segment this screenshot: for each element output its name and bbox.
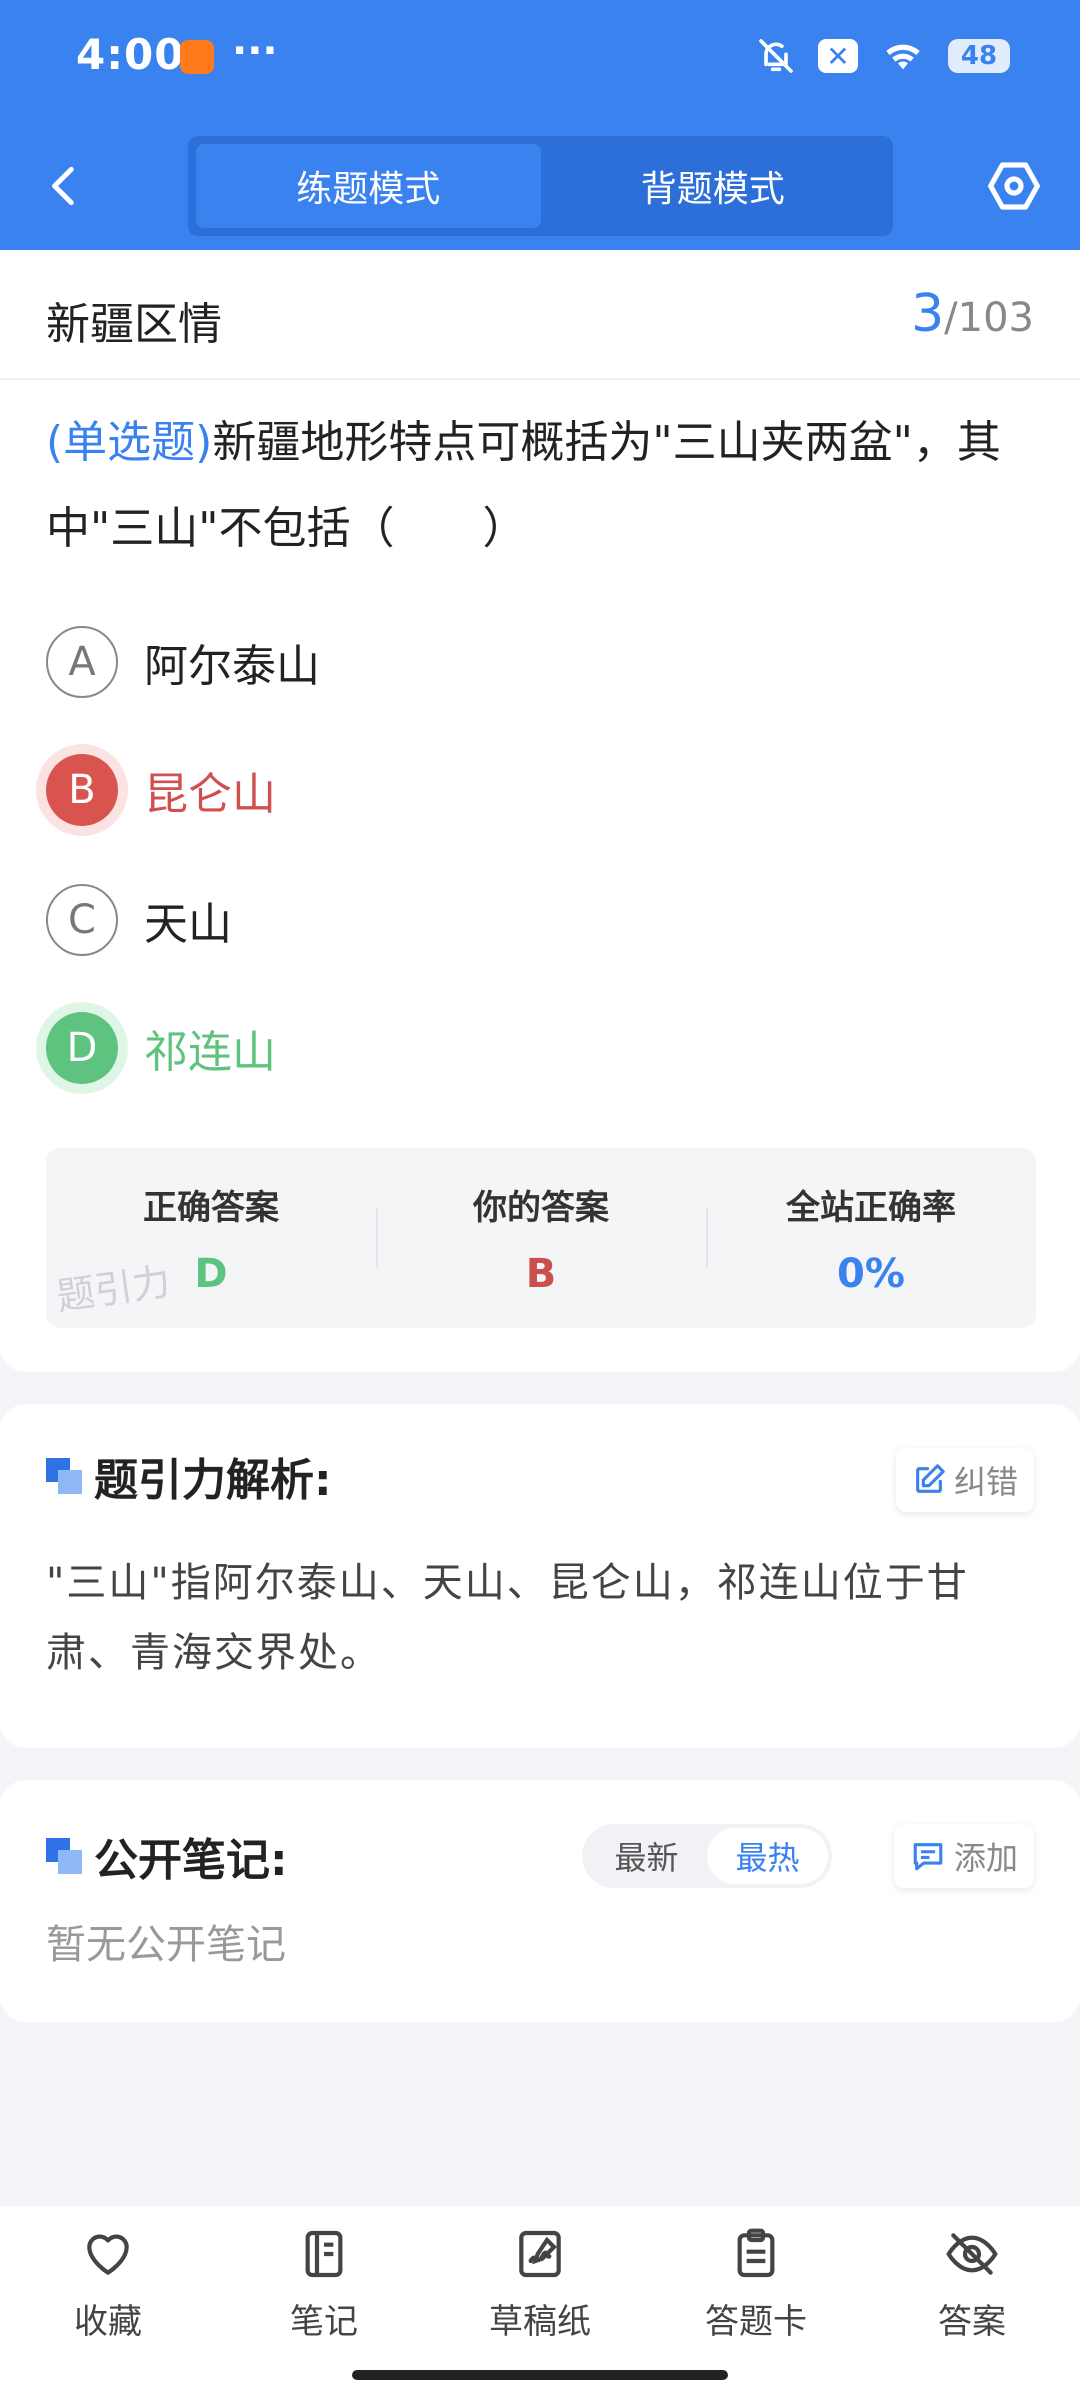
- edit-icon: [916, 1464, 945, 1493]
- app-notification-icon: [180, 40, 214, 74]
- question-progress: 3/103: [911, 284, 1034, 344]
- answer-sheet-icon: [737, 2228, 775, 2278]
- question-card: 新疆区情 3/103 (单选题)新疆地形特点可概括为"三山夹两盆"，其中"三山"…: [0, 250, 1080, 1372]
- option-d-text: 祁连山: [144, 1027, 276, 1078]
- your-answer-value: B: [525, 1251, 557, 1297]
- back-chevron-icon[interactable]: [40, 158, 90, 214]
- option-c-text: 天山: [144, 899, 232, 950]
- section-squares-icon: [46, 1838, 82, 1874]
- option-c[interactable]: C 天山: [46, 880, 232, 960]
- show-answer-label: 答案: [938, 2302, 1006, 2342]
- option-a-letter: A: [46, 626, 118, 698]
- draft-paper-label: 草稿纸: [489, 2302, 591, 2342]
- comment-icon: [913, 1843, 943, 1871]
- heart-icon: [87, 2234, 129, 2275]
- notes-empty-text: 暂无公开笔记: [46, 1922, 286, 1968]
- notes-title: 公开笔记:: [94, 1835, 288, 1886]
- correct-answer-col: 正确答案 D 题引力: [46, 1148, 376, 1328]
- accuracy-value: 0%: [837, 1251, 905, 1297]
- tab-practice-mode[interactable]: 练题模式: [196, 144, 541, 228]
- top-header: 4:00 ··· ✕ 48 练题模式 背题模式: [0, 0, 1080, 250]
- analysis-card: 题引力解析: 纠错 "三山"指阿尔泰山、天山、昆仑山，祁连山位于甘肃、青海交界处…: [0, 1404, 1080, 1748]
- option-a[interactable]: A 阿尔泰山: [46, 622, 320, 702]
- notebook-icon: [305, 2230, 343, 2278]
- question-header: 新疆区情 3/103: [0, 250, 1080, 380]
- notes-label: 笔记: [290, 2302, 358, 2342]
- your-answer-label: 你的答案: [473, 1188, 609, 1228]
- status-bar: 4:00 ··· ✕ 48: [0, 0, 1080, 118]
- option-c-letter: C: [46, 884, 118, 956]
- question-type: (单选题): [46, 417, 213, 468]
- public-notes-card: 公开笔记: 最新 最热 添加 暂无公开笔记: [0, 1780, 1080, 2022]
- accuracy-label: 全站正确率: [786, 1188, 956, 1228]
- option-d[interactable]: D 祁连山: [46, 1008, 276, 1088]
- bell-off-icon: [759, 39, 793, 73]
- section-squares-icon: [46, 1458, 82, 1494]
- settings-hexagon-icon[interactable]: [986, 158, 1042, 214]
- draft-paper-icon: [519, 2230, 561, 2278]
- option-b-text: 昆仑山: [144, 769, 276, 820]
- total-questions: /103: [944, 295, 1034, 341]
- question-text: (单选题)新疆地形特点可概括为"三山夹两盆"，其中"三山"不包括（ ）: [46, 400, 1036, 572]
- question-category: 新疆区情: [46, 299, 222, 350]
- add-note-button[interactable]: 添加: [893, 1824, 1034, 1888]
- your-answer-col: 你的答案 B: [376, 1148, 706, 1328]
- option-b-letter: B: [46, 754, 118, 826]
- status-icons: ✕ 48: [756, 36, 1010, 76]
- eye-off-icon: [946, 2233, 998, 2275]
- current-question-number: 3: [911, 284, 945, 344]
- mode-switch: 练题模式 背题模式: [188, 136, 893, 236]
- tab-memorize-mode[interactable]: 背题模式: [541, 144, 886, 228]
- sort-newest[interactable]: 最新: [586, 1828, 707, 1884]
- answer-sheet-label: 答题卡: [705, 2302, 807, 2342]
- option-b[interactable]: B 昆仑山: [46, 750, 276, 830]
- x-badge-icon: ✕: [818, 39, 858, 73]
- option-d-letter: D: [46, 1012, 118, 1084]
- add-note-label: 添加: [953, 1839, 1018, 1877]
- answer-summary: 正确答案 D 题引力 你的答案 B 全站正确率 0%: [46, 1148, 1036, 1328]
- sort-hottest[interactable]: 最热: [707, 1828, 828, 1884]
- battery-icon: 48: [948, 39, 1010, 73]
- wifi-icon: [886, 44, 920, 70]
- correct-answer-label: 正确答案: [143, 1188, 279, 1228]
- more-notifications-indicator: ···: [232, 28, 278, 74]
- favorite-button[interactable]: 收藏: [0, 2206, 216, 2400]
- notes-sort-toggle: 最新 最热: [582, 1824, 832, 1888]
- option-a-text: 阿尔泰山: [144, 641, 320, 692]
- analysis-title: 题引力解析:: [94, 1455, 332, 1506]
- status-time: 4:00: [76, 30, 185, 79]
- show-answer-button[interactable]: 答案: [864, 2206, 1080, 2400]
- favorite-label: 收藏: [74, 2302, 142, 2342]
- report-error-label: 纠错: [953, 1463, 1018, 1501]
- analysis-text: "三山"指阿尔泰山、天山、昆仑山，祁连山位于甘肃、青海交界处。: [46, 1560, 969, 1676]
- home-indicator[interactable]: [352, 2370, 728, 2380]
- accuracy-col: 全站正确率 0%: [706, 1148, 1036, 1328]
- report-error-button[interactable]: 纠错: [895, 1448, 1034, 1512]
